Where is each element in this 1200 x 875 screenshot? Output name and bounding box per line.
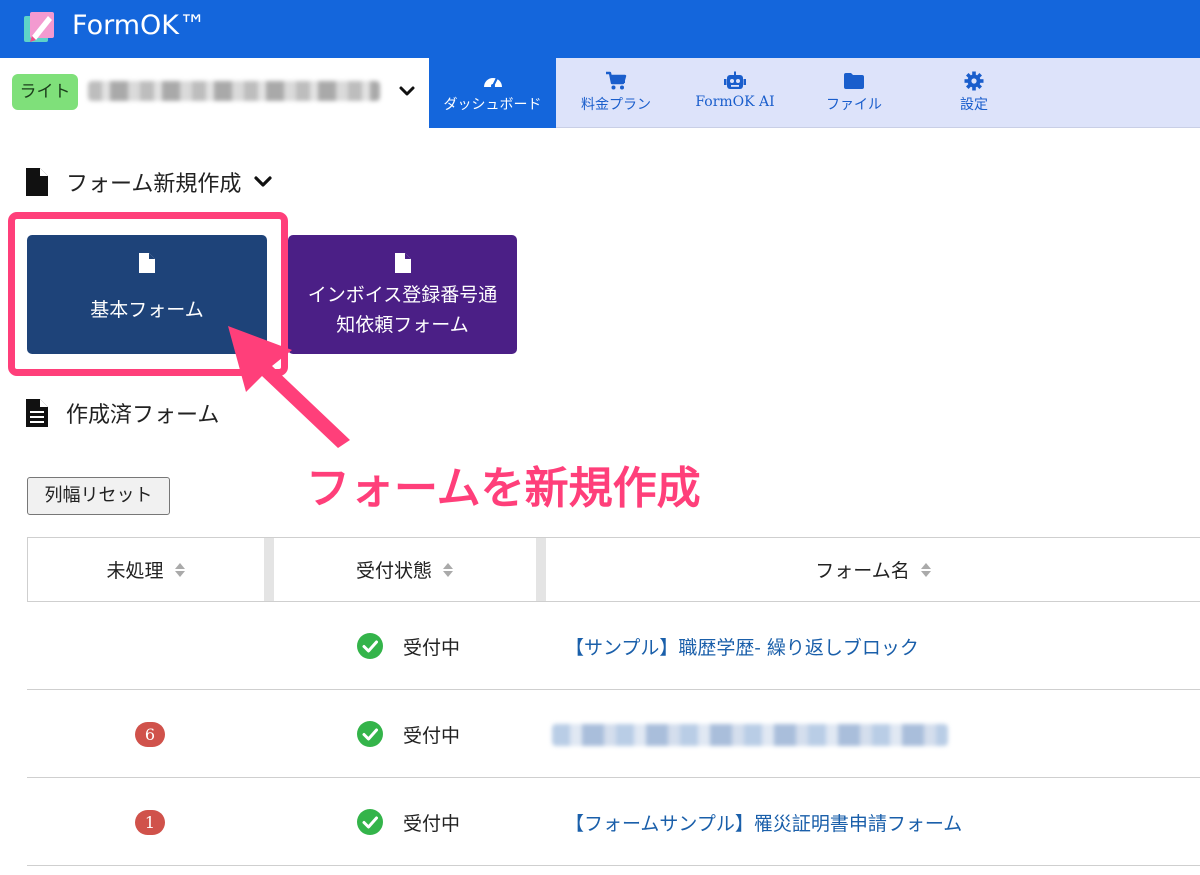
account-name-redacted bbox=[88, 81, 380, 101]
column-header-pending[interactable]: 未処理 bbox=[28, 538, 264, 601]
app-title: FormOK™ bbox=[72, 10, 206, 41]
document-text-icon bbox=[26, 399, 48, 427]
table-row[interactable]: 1 受付中 【フォームサンプル】罹災証明書申請フォーム bbox=[27, 778, 1200, 866]
form-name-redacted[interactable] bbox=[552, 724, 948, 746]
table-header: 未処理 受付状態 フォーム名 bbox=[27, 537, 1200, 602]
check-circle-icon bbox=[357, 809, 383, 835]
account-selector[interactable]: ライト bbox=[0, 58, 429, 128]
form-name-link[interactable]: 【サンプル】職歴学歴- 繰り返しブロック bbox=[565, 633, 919, 660]
check-circle-icon bbox=[357, 633, 383, 659]
nav-files-label: ファイル bbox=[826, 97, 882, 113]
app-logo-icon bbox=[24, 12, 54, 42]
sort-icon bbox=[443, 562, 453, 577]
plan-badge: ライト bbox=[12, 74, 78, 110]
check-circle-icon bbox=[357, 721, 383, 747]
new-form-title: フォーム新規作成 bbox=[66, 172, 242, 197]
reset-column-width-button[interactable]: 列幅リセット bbox=[27, 477, 170, 515]
nav-formok-ai-label: FormOK AI bbox=[695, 94, 775, 110]
nav-bar: ライト ダッシュボード 料金プラン FormOK AI ファイル 設定 bbox=[0, 58, 1200, 128]
column-header-status[interactable]: 受付状態 bbox=[274, 538, 536, 601]
chevron-down-icon[interactable] bbox=[253, 175, 273, 189]
invoice-form-label-line1: インボイス登録番号通 bbox=[307, 284, 498, 306]
status-text: 受付中 bbox=[403, 637, 461, 659]
cart-icon bbox=[606, 71, 627, 90]
gear-icon bbox=[964, 71, 984, 91]
document-icon bbox=[394, 253, 411, 273]
top-bar: FormOK™ bbox=[0, 0, 1200, 58]
created-forms-header: 作成済フォーム bbox=[26, 397, 219, 429]
nav-settings-label: 設定 bbox=[960, 97, 988, 113]
new-form-header[interactable]: フォーム新規作成 bbox=[26, 166, 273, 198]
table-row[interactable]: 受付中 【サンプル】職歴学歴- 繰り返しブロック bbox=[27, 602, 1200, 690]
sort-icon bbox=[920, 562, 931, 577]
dashboard-icon bbox=[483, 76, 502, 88]
nav-files[interactable]: ファイル bbox=[794, 58, 914, 128]
status-text: 受付中 bbox=[403, 813, 461, 835]
status-text: 受付中 bbox=[403, 725, 461, 747]
sort-icon bbox=[174, 562, 185, 577]
arrow-annotation bbox=[228, 326, 350, 448]
table-row[interactable]: 6 受付中 bbox=[27, 690, 1200, 778]
annotation-text: フォームを新規作成 bbox=[306, 463, 701, 514]
folder-icon bbox=[844, 73, 864, 89]
nav-pricing-label: 料金プラン bbox=[581, 97, 651, 113]
chevron-down-icon[interactable] bbox=[398, 82, 416, 100]
pending-count-badge: 1 bbox=[135, 810, 165, 835]
nav-settings[interactable]: 設定 bbox=[914, 58, 1034, 128]
created-forms-title: 作成済フォーム bbox=[66, 403, 220, 428]
nav-dashboard[interactable]: ダッシュボード bbox=[429, 58, 556, 128]
nav-formok-ai[interactable]: FormOK AI bbox=[675, 58, 795, 128]
column-resizer[interactable] bbox=[536, 538, 546, 601]
nav-pricing[interactable]: 料金プラン bbox=[556, 58, 676, 128]
form-name-link[interactable]: 【フォームサンプル】罹災証明書申請フォーム bbox=[565, 809, 962, 836]
column-resizer[interactable] bbox=[264, 538, 274, 601]
robot-icon bbox=[724, 71, 746, 89]
nav-dashboard-label: ダッシュボード bbox=[443, 97, 542, 113]
document-icon bbox=[26, 168, 48, 196]
column-header-form-name[interactable]: フォーム名 bbox=[546, 538, 1200, 601]
pending-count-badge: 6 bbox=[135, 722, 165, 747]
